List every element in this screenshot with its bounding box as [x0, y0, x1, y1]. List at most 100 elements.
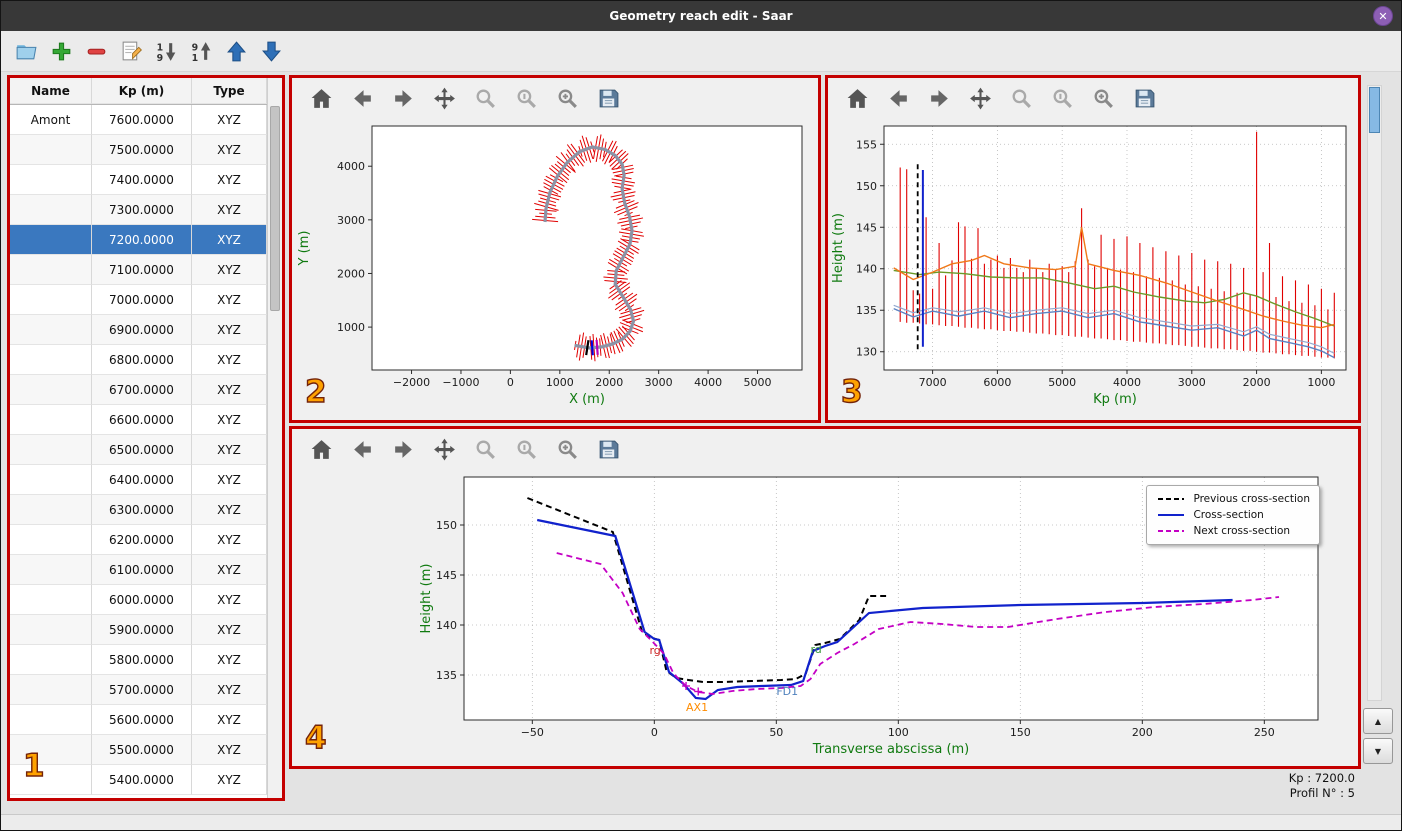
edit-section-button[interactable] — [118, 38, 144, 64]
close-button[interactable]: ✕ — [1373, 6, 1393, 26]
edit-section-icon — [122, 41, 142, 60]
table-scrollbar[interactable] — [267, 78, 282, 798]
table-row[interactable]: 6200.0000 XYZ — [10, 525, 267, 555]
svg-text:4000: 4000 — [337, 160, 365, 173]
cell-name — [10, 135, 92, 165]
svg-text:−1000: −1000 — [442, 376, 479, 389]
table-row[interactable]: 7400.0000 XYZ — [10, 165, 267, 195]
pan-button[interactable] — [967, 85, 993, 111]
table-scrollbar-thumb[interactable] — [270, 106, 280, 311]
table-row[interactable]: 6800.0000 XYZ — [10, 345, 267, 375]
back-button[interactable] — [349, 436, 375, 462]
table-row[interactable]: 7000.0000 XYZ — [10, 285, 267, 315]
save-button[interactable] — [595, 85, 621, 111]
window-titlebar[interactable]: Geometry reach edit - Saar ✕ — [1, 1, 1401, 31]
profile-down-button[interactable]: ▼ — [1363, 738, 1393, 764]
save-icon — [599, 89, 618, 107]
cell-type: XYZ — [192, 345, 267, 375]
legend-entry: Cross-section — [1156, 507, 1310, 523]
save-button[interactable] — [1131, 85, 1157, 111]
zoom-button[interactable] — [1008, 85, 1034, 111]
table-row[interactable]: 6400.0000 XYZ — [10, 465, 267, 495]
table-row[interactable]: 6100.0000 XYZ — [10, 555, 267, 585]
window-scrollbar[interactable] — [1367, 85, 1382, 701]
cell-kp: 6900.0000 — [92, 315, 192, 345]
zoom-select-button[interactable] — [554, 85, 580, 111]
move-up-button[interactable] — [223, 38, 249, 64]
cell-name — [10, 615, 92, 645]
cell-name — [10, 645, 92, 675]
window-scrollbar-thumb[interactable] — [1369, 87, 1380, 133]
cell-name — [10, 315, 92, 345]
remove-section-icon — [87, 48, 105, 55]
cell-kp: 6400.0000 — [92, 465, 192, 495]
table-row[interactable]: 5400.0000 XYZ — [10, 765, 267, 795]
forward-button[interactable] — [926, 85, 952, 111]
table-row[interactable]: Amont 7600.0000 XYZ — [10, 105, 267, 135]
zoom-original-icon — [517, 89, 536, 108]
cell-type: XYZ — [192, 645, 267, 675]
table-row[interactable]: 6000.0000 XYZ — [10, 585, 267, 615]
zoom-original-button[interactable] — [1049, 85, 1075, 111]
svg-text:1: 1 — [191, 52, 198, 63]
column-header-type[interactable]: Type — [192, 78, 267, 104]
cell-kp: 6100.0000 — [92, 555, 192, 585]
sort-ascending-button[interactable]: 19 — [153, 38, 179, 64]
forward-button[interactable] — [390, 436, 416, 462]
forward-icon — [394, 440, 412, 458]
home-button[interactable] — [844, 85, 870, 111]
cell-name — [10, 375, 92, 405]
svg-text:140: 140 — [436, 619, 457, 632]
plan-view-plot[interactable]: −2000 −1000 0 1000 2000 3000 4000 5000 1000 2000 3… — [292, 118, 818, 420]
table-row[interactable]: 7100.0000 XYZ — [10, 255, 267, 285]
table-row[interactable]: 5900.0000 XYZ — [10, 615, 267, 645]
svg-text:130: 130 — [856, 346, 877, 359]
cell-kp: 7000.0000 — [92, 285, 192, 315]
svg-text:rd: rd — [810, 643, 821, 656]
zoom-button[interactable] — [472, 436, 498, 462]
forward-button[interactable] — [390, 85, 416, 111]
save-button[interactable] — [595, 436, 621, 462]
profile-up-button[interactable]: ▲ — [1363, 708, 1393, 734]
cell-kp: 7200.0000 — [92, 225, 192, 255]
table-row[interactable]: 5700.0000 XYZ — [10, 675, 267, 705]
table-row[interactable]: 7200.0000 XYZ — [10, 225, 267, 255]
home-button[interactable] — [308, 436, 334, 462]
cell-kp: 7600.0000 — [92, 105, 192, 135]
zoom-button[interactable] — [472, 85, 498, 111]
open-folder-button[interactable] — [13, 38, 39, 64]
remove-section-button[interactable] — [83, 38, 109, 64]
sort-descending-button[interactable]: 91 — [188, 38, 214, 64]
svg-text:150: 150 — [856, 180, 877, 193]
zoom-select-button[interactable] — [554, 436, 580, 462]
table-row[interactable]: 6500.0000 XYZ — [10, 435, 267, 465]
pan-button[interactable] — [431, 436, 457, 462]
zoom-original-button[interactable] — [513, 436, 539, 462]
back-button[interactable] — [885, 85, 911, 111]
table-row[interactable]: 6900.0000 XYZ — [10, 315, 267, 345]
svg-text:2000: 2000 — [595, 376, 623, 389]
section-table-panel: Name Kp (m) Type Amont 7600.0000 XYZ 7500.0… — [7, 75, 285, 801]
column-header-kp[interactable]: Kp (m) — [92, 78, 192, 104]
svg-text:145: 145 — [436, 569, 457, 582]
add-section-button[interactable] — [48, 38, 74, 64]
cell-kp: 6200.0000 — [92, 525, 192, 555]
table-row[interactable]: 6700.0000 XYZ — [10, 375, 267, 405]
home-button[interactable] — [308, 85, 334, 111]
zoom-original-button[interactable] — [513, 85, 539, 111]
pan-button[interactable] — [431, 85, 457, 111]
table-row[interactable]: 5600.0000 XYZ — [10, 705, 267, 735]
svg-text:4000: 4000 — [694, 376, 722, 389]
back-button[interactable] — [349, 85, 375, 111]
table-row[interactable]: 6300.0000 XYZ — [10, 495, 267, 525]
column-header-name[interactable]: Name — [10, 78, 92, 104]
table-row[interactable]: 6600.0000 XYZ — [10, 405, 267, 435]
svg-text:Y (m): Y (m) — [297, 231, 312, 267]
table-row[interactable]: 7500.0000 XYZ — [10, 135, 267, 165]
table-row[interactable]: 7300.0000 XYZ — [10, 195, 267, 225]
table-row[interactable]: 5500.0000 XYZ — [10, 735, 267, 765]
profile-plot[interactable]: 7000 6000 5000 4000 3000 2000 1000 130 135 140 145… — [828, 118, 1358, 420]
zoom-select-button[interactable] — [1090, 85, 1116, 111]
move-down-button[interactable] — [258, 38, 284, 64]
table-row[interactable]: 5800.0000 XYZ — [10, 645, 267, 675]
